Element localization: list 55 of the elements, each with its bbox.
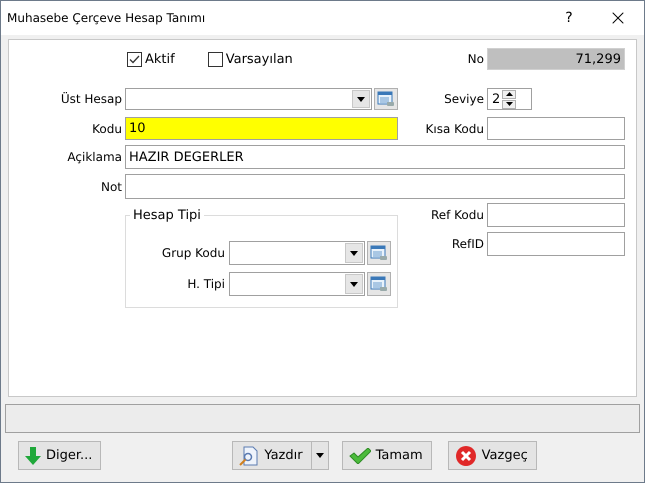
print-button[interactable]: Yazdır <box>232 441 312 470</box>
check-icon <box>348 448 371 464</box>
field-label: Kısa Kodu <box>426 122 484 136</box>
spin-up-button[interactable] <box>502 90 516 98</box>
input-field[interactable] <box>487 117 625 140</box>
list-window-icon <box>370 245 388 261</box>
arrow-down-icon <box>25 446 41 464</box>
field-label: Not <box>100 180 122 194</box>
spin-down-button[interactable] <box>502 100 516 108</box>
group-title: Hesap Tipi <box>132 208 202 223</box>
dropdown-button[interactable] <box>345 243 363 263</box>
combo-field[interactable] <box>125 88 372 110</box>
field-label: Grup Kodu <box>162 246 225 260</box>
field-label: Üst Hesap <box>60 92 122 106</box>
input-field[interactable] <box>125 174 625 199</box>
dropdown-button[interactable] <box>345 274 363 294</box>
cancel-button[interactable]: Vazgeç <box>448 441 537 470</box>
field-label: No <box>468 52 484 66</box>
more-button[interactable]: Diger... <box>18 441 102 470</box>
field-label: RefID <box>452 237 484 251</box>
field-label: Seviye <box>444 92 484 106</box>
window-title: Muhasebe Çerçeve Hesap Tanımı <box>7 11 206 25</box>
combo-field[interactable] <box>229 272 365 296</box>
number-field: 71,299 <box>487 48 625 70</box>
field-label: H. Tipi <box>187 277 225 291</box>
dropdown-button[interactable] <box>312 441 329 470</box>
lookup-button[interactable] <box>374 88 398 110</box>
cancel-icon <box>454 444 477 466</box>
input-field[interactable] <box>487 203 625 227</box>
list-window-icon <box>377 91 395 107</box>
checkbox[interactable] <box>208 52 223 66</box>
document-magnifier-icon <box>239 446 260 466</box>
down-arrow-icon <box>506 102 513 106</box>
spin-field[interactable]: 2 <box>487 88 532 110</box>
field-label: Ref Kodu <box>430 208 484 222</box>
input-field[interactable]: HAZIR DEGERLER <box>125 145 625 169</box>
input-field[interactable] <box>487 232 625 256</box>
field-label: Kodu <box>92 122 122 136</box>
checkbox[interactable] <box>127 52 142 66</box>
lookup-button[interactable] <box>367 272 391 296</box>
combo-field[interactable] <box>229 241 365 265</box>
lookup-button[interactable] <box>367 241 391 265</box>
checkbox-label: Aktif <box>145 52 175 66</box>
caret-icon <box>357 96 365 102</box>
caret-icon <box>350 282 358 286</box>
ok-button[interactable]: Tamam <box>342 441 432 470</box>
caret-icon <box>316 453 324 458</box>
field-label: Açiklama <box>67 150 122 164</box>
list-window-icon <box>370 276 388 292</box>
caret-icon <box>350 250 358 256</box>
input-field[interactable]: 10 <box>125 117 398 140</box>
checkbox-label: Varsayılan <box>226 52 293 66</box>
dropdown-button[interactable] <box>352 90 370 108</box>
up-arrow-icon <box>506 92 513 96</box>
help-button[interactable]: ? <box>546 1 592 35</box>
